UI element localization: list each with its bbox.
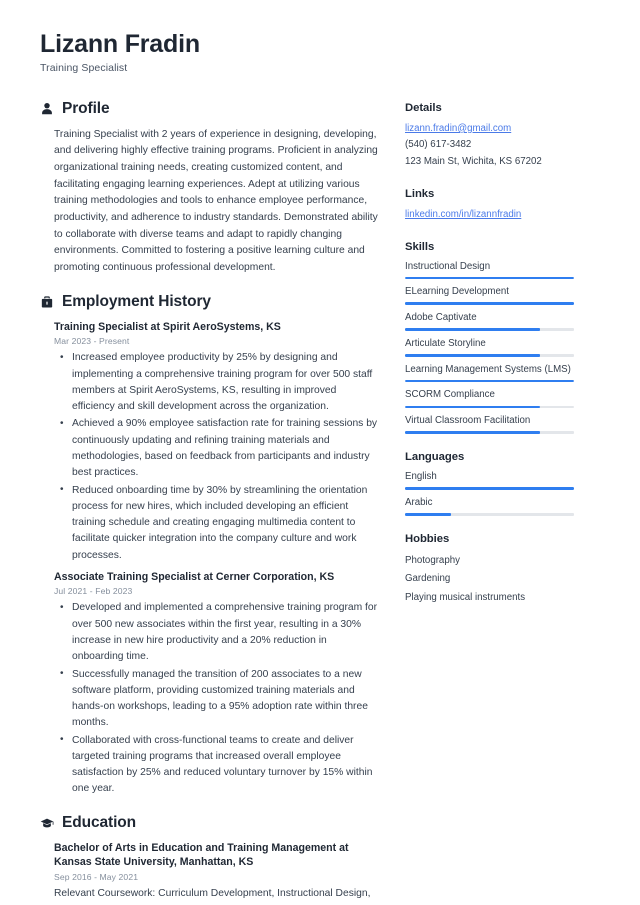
section-header-employment: Employment History [40,293,379,311]
profile-text: Training Specialist with 2 years of expe… [54,128,378,274]
skill-bar-track [405,405,574,409]
language-bar-track [405,487,574,490]
section-title-education: Education [62,813,137,831]
language-bar-fill [405,487,574,490]
skill-label: SCORM Compliance [405,389,495,401]
sidebar-title-details: Details [405,101,442,114]
section-header-profile: Profile [40,100,379,118]
sidebar-column: Details lizann.fradin@gmail.com (540) 61… [405,100,574,625]
skill-bar-track [405,328,574,331]
sidebar-block-hobbies: Hobbies Photography Gardening Playing mu… [405,533,574,608]
skill-bar-fill [405,328,541,331]
skill-bar-track [405,354,574,357]
section-body-employment: Training Specialist at Spirit AeroSystem… [40,320,379,798]
list-item: Successfully managed the transition of 2… [60,666,379,732]
education-entry-date: Sep 2016 - May 2021 [54,871,139,882]
main-column: Profile Training Specialist with 2 years… [40,100,405,905]
candidate-name: Lizann Fradin [40,30,200,58]
employment-entry-bullets: Developed and implemented a comprehensiv… [54,600,379,797]
language-bar-fill [405,512,451,516]
employment-entry-title: Associate Training Specialist at Cerner … [54,570,335,583]
skill-item: SCORM Compliance [405,388,574,409]
education-entry-title: Bachelor of Arts in Education and Traini… [54,841,349,869]
user-icon [40,102,54,116]
address-text: 123 Main St, Wichita, KS 67202 [405,156,542,168]
section-body-profile: Training Specialist with 2 years of expe… [40,127,379,277]
list-item: Achieved a 90% employee satisfaction rat… [60,416,379,481]
skill-bar-track [405,431,574,434]
skill-label: Learning Management Systems (LMS) [405,363,571,375]
employment-entry: Associate Training Specialist at Cerner … [54,570,379,798]
skill-item: Learning Management Systems (LMS) [405,363,574,383]
list-item: Collaborated with cross-functional teams… [60,732,379,798]
education-entry: Bachelor of Arts in Education and Traini… [54,841,379,905]
employment-entry-bullets: Increased employee productivity by 25% b… [54,350,379,563]
skill-label: Adobe Captivate [405,312,477,324]
sidebar-title-skills: Skills [405,240,435,253]
sidebar-title-hobbies: Hobbies [405,532,450,545]
skill-item: Virtual Classroom Facilitation [405,414,574,434]
section-employment-history: Employment History Training Specialist a… [40,293,379,798]
skill-bar-fill [405,354,541,357]
sidebar-block-languages: Languages English Arabic [405,451,574,516]
candidate-job-title: Training Specialist [40,61,128,74]
skill-bar-track [405,379,574,383]
linkedin-link[interactable]: linkedin.com/in/lizannfradin [405,207,574,224]
skill-item: Articulate Storyline [405,337,574,357]
employment-entry-date: Mar 2023 - Present [54,336,130,347]
skill-bar-fill [405,405,541,409]
skill-label: Instructional Design [405,260,491,272]
hobby-item: Gardening [405,573,451,585]
list-item: Reduced onboarding time by 30% by stream… [60,482,379,564]
section-title-employment: Employment History [62,292,211,310]
skill-bar-fill [405,431,541,434]
skill-label: ELearning Development [405,286,509,298]
sidebar-title-languages: Languages [405,450,465,463]
employment-entry-date: Jul 2021 - Feb 2023 [54,586,133,597]
resume-page: Lizann Fradin Training Specialist Profil… [0,0,640,905]
sidebar-title-links: Links [405,187,435,200]
skill-bar-fill [405,276,574,280]
skill-item: Adobe Captivate [405,311,574,331]
resume-columns: Profile Training Specialist with 2 years… [40,100,600,905]
email-link[interactable]: lizann.fradin@gmail.com [405,121,574,138]
skill-bar-fill [405,302,574,306]
hobby-item: Photography [405,554,460,566]
skill-label: Articulate Storyline [405,337,486,349]
sidebar-block-details: Details lizann.fradin@gmail.com (540) 61… [405,102,574,171]
section-profile: Profile Training Specialist with 2 years… [40,100,379,277]
section-body-education: Bachelor of Arts in Education and Traini… [40,841,379,905]
employment-entry-title: Training Specialist at Spirit AeroSystem… [54,320,281,333]
language-item: English [405,470,574,490]
graduation-cap-icon [40,816,54,830]
section-title-profile: Profile [62,99,110,117]
section-header-education: Education [40,814,379,832]
language-bar-track [405,512,574,516]
skill-bar-track [405,276,574,280]
hobby-item: Playing musical instruments [405,591,526,603]
briefcase-icon [40,295,54,309]
language-item: Arabic [405,496,574,516]
sidebar-block-skills: Skills Instructional Design ELearning De… [405,241,574,434]
sidebar-block-links: Links linkedin.com/in/lizannfradin [405,188,574,224]
section-education: Education Bachelor of Arts in Education … [40,814,379,905]
skill-item: Instructional Design [405,260,574,280]
skill-bar-track [405,302,574,306]
skill-item: ELearning Development [405,285,574,306]
skill-label: Virtual Classroom Facilitation [405,415,531,427]
language-label: Arabic [405,496,433,508]
phone-text: (540) 617-3482 [405,139,472,151]
skill-bar-fill [405,379,574,383]
employment-entry: Training Specialist at Spirit AeroSystem… [54,320,379,564]
list-item: Increased employee productivity by 25% b… [60,350,379,415]
list-item: Developed and implemented a comprehensiv… [60,600,379,665]
education-entry-description: Relevant Coursework: Curriculum Developm… [54,887,371,905]
language-label: English [405,470,437,482]
resume-header: Lizann Fradin Training Specialist [40,30,600,74]
